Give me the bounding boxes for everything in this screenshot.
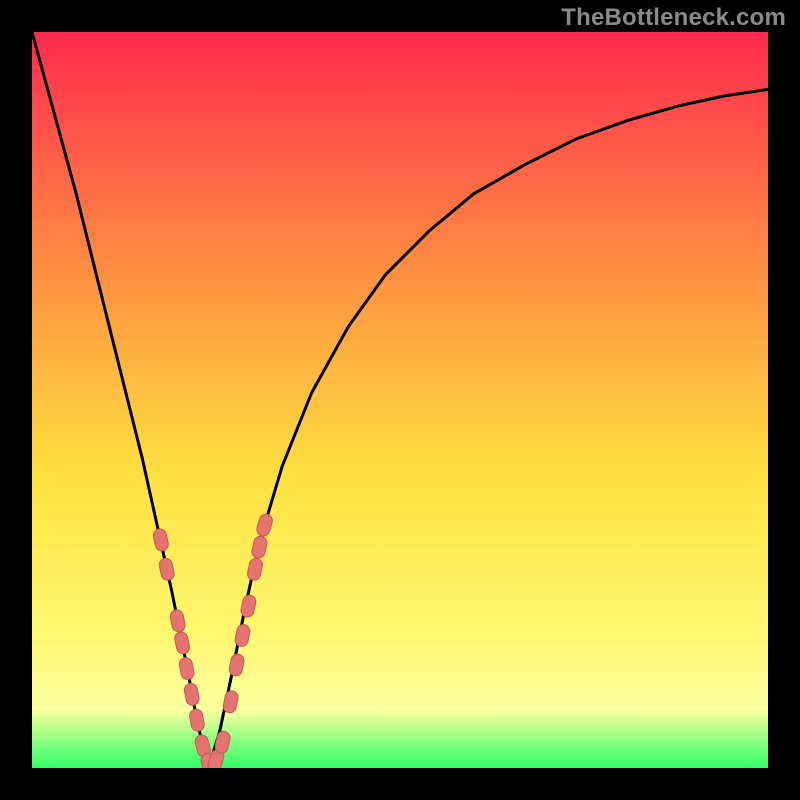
chart-frame: TheBottleneck.com bbox=[0, 0, 800, 800]
bottleneck-chart bbox=[32, 32, 768, 768]
gradient-background bbox=[32, 32, 768, 768]
watermark-text: TheBottleneck.com bbox=[561, 4, 786, 32]
